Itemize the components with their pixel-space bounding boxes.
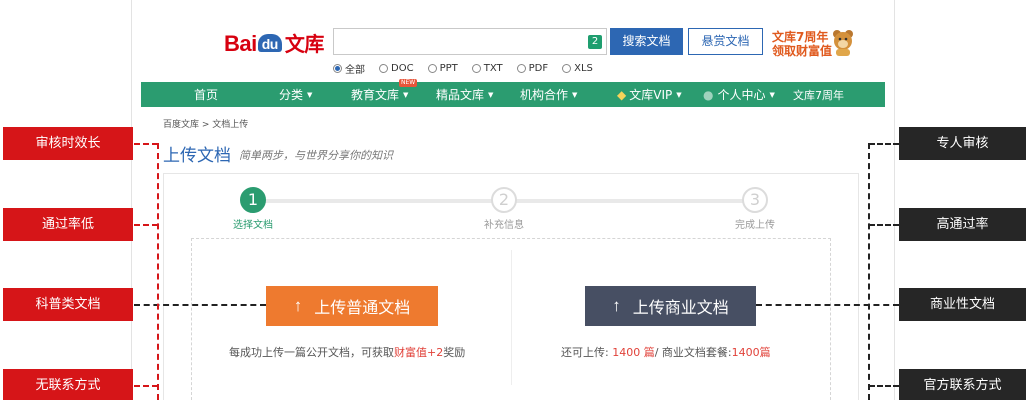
radio-icon (471, 64, 481, 73)
search-input[interactable]: 2 (333, 28, 607, 55)
desc-text: 还可上传: (561, 346, 613, 359)
normal-upload-reward-text: 每成功上传一篇公开文档，可获取财富值+2奖励 (229, 344, 465, 360)
filter-pdf[interactable]: PDF (516, 61, 549, 76)
logo-wenku: 文库 (284, 34, 325, 56)
search-badge: 2 (588, 35, 602, 49)
nav-vip[interactable]: ◆ 文库VIP ▼ (617, 86, 682, 103)
radio-icon (516, 64, 526, 73)
filter-doc[interactable]: DOC (379, 61, 414, 76)
caret-down-icon: ▼ (403, 91, 409, 99)
main-nav: 首页 分类 ▼ 教育文库 ▼ NEW 精品文库 ▼ 机构合作 ▼ ◆ 文库VIP ▼ ● 个人中… (141, 79, 885, 107)
upload-commercial-label: 上传商业文档 (632, 300, 729, 317)
filter-label: PDF (528, 63, 549, 74)
desc-text: 每成功上传一篇公开文档，可获取 (229, 346, 394, 359)
upload-slogan: 简单两步，与世界分享你的知识 (239, 149, 393, 162)
upload-arrow-icon: ↑ (293, 296, 303, 315)
annotation-bracket (868, 143, 870, 400)
new-badge: NEW (399, 79, 418, 87)
annotation-left-3: 科普类文档 (3, 288, 133, 321)
upload-arrow-icon: ↑ (612, 296, 621, 315)
annotation-connector (134, 143, 158, 145)
annotation-right-4: 官方联系方式 (899, 369, 1026, 400)
nav-premium-label: 精品文库 (436, 88, 485, 102)
upload-commercial-doc-button[interactable]: ↑ 上传商业文档 (585, 286, 756, 326)
nav-premium[interactable]: 精品文库 ▼ (436, 86, 493, 103)
step-3-circle: 3 (742, 187, 768, 213)
annotation-connector (756, 304, 899, 306)
filter-txt[interactable]: TXT (471, 61, 503, 76)
nav-user-label: 个人中心 (717, 88, 766, 102)
filter-label: XLS (574, 63, 593, 74)
step-2-circle: 2 (491, 187, 517, 213)
caret-down-icon: ▼ (769, 91, 775, 99)
upload-normal-label: 上传普通文档 (314, 300, 411, 317)
promo-line-2: 领取财富值 (772, 44, 833, 58)
step-2-label: 补充信息 (484, 220, 524, 231)
caret-down-icon: ▼ (676, 91, 682, 99)
filter-label: PPT (439, 63, 458, 74)
baidu-wenku-logo[interactable]: Bai du 文库 (224, 28, 324, 57)
breadcrumb: 百度文库 > 文档上传 (163, 120, 249, 130)
nav-category-label: 分类 (279, 88, 304, 102)
nav-anniversary[interactable]: 文库7周年 (793, 87, 844, 103)
filter-label: TXT (483, 63, 503, 74)
quota-count: 1400 篇 (612, 346, 655, 359)
annotation-bracket (157, 143, 159, 400)
filter-xls[interactable]: XLS (562, 61, 593, 76)
nav-education-label: 教育文库 (351, 88, 400, 102)
filter-label: 全部 (345, 65, 365, 76)
commercial-upload-quota-text: 还可上传: 1400 篇/ 商业文档套餐:1400篇 (561, 344, 771, 360)
radio-icon (379, 64, 388, 73)
annotation-right-2: 高通过率 (899, 208, 1026, 241)
caret-down-icon: ▼ (488, 91, 494, 99)
bear-mascot-icon (833, 30, 853, 56)
radio-icon (427, 64, 437, 73)
annotation-connector (134, 224, 158, 226)
annotation-left-1: 审核时效长 (3, 127, 133, 160)
upload-normal-doc-button[interactable]: ↑ 上传普通文档 (266, 286, 438, 326)
search-button[interactable]: 搜索文档 (610, 28, 683, 55)
reward-doc-button[interactable]: 悬赏文档 (688, 28, 763, 55)
caret-down-icon: ▼ (307, 91, 313, 99)
step-1-circle: 1 (240, 187, 266, 213)
annotation-connector (134, 304, 266, 306)
user-icon: ● (703, 88, 714, 102)
nav-vip-label: 文库VIP (629, 88, 673, 102)
nav-education[interactable]: 教育文库 ▼ NEW (351, 79, 418, 103)
nav-institution-label: 机构合作 (520, 88, 569, 102)
logo-du: du (257, 34, 282, 52)
filter-all[interactable]: 全部 (333, 61, 365, 76)
annotation-right-3: 商业性文档 (899, 288, 1026, 321)
desc-text: 奖励 (443, 346, 466, 359)
nav-institution[interactable]: 机构合作 ▼ (520, 86, 577, 103)
annotation-right-1: 专人审核 (899, 127, 1026, 160)
page-title: 上传文档 (163, 146, 231, 166)
annotation-connector (869, 224, 899, 226)
nav-home[interactable]: 首页 (194, 86, 218, 103)
logo-bai: Bai (224, 31, 257, 56)
anniversary-promo[interactable]: 文库7周年 领取财富值 (772, 30, 832, 58)
radio-icon (562, 64, 572, 73)
filter-label: DOC (391, 63, 414, 74)
annotation-connector (869, 143, 899, 145)
promo-line-1: 文库7周年 (772, 30, 829, 44)
package-count: 1400篇 (731, 346, 771, 359)
filter-ppt[interactable]: PPT (427, 61, 458, 76)
upload-divider (511, 250, 512, 385)
annotation-left-4: 无联系方式 (3, 369, 133, 400)
nav-category[interactable]: 分类 ▼ (279, 86, 312, 103)
annotation-connector (134, 385, 158, 387)
vip-diamond-icon: ◆ (617, 88, 627, 102)
filetype-filters: 全部 DOC PPT TXT PDF XLS (333, 61, 593, 76)
step-3-label: 完成上传 (735, 220, 775, 231)
radio-icon (333, 64, 342, 73)
annotation-left-2: 通过率低 (3, 208, 133, 241)
nav-user-center[interactable]: ● 个人中心 ▼ (703, 86, 775, 103)
reward-value: 财富值+2 (394, 346, 444, 359)
caret-down-icon: ▼ (572, 91, 578, 99)
annotation-connector (869, 385, 899, 387)
step-1-label: 选择文档 (233, 220, 273, 231)
desc-text: / 商业文档套餐: (654, 346, 732, 359)
